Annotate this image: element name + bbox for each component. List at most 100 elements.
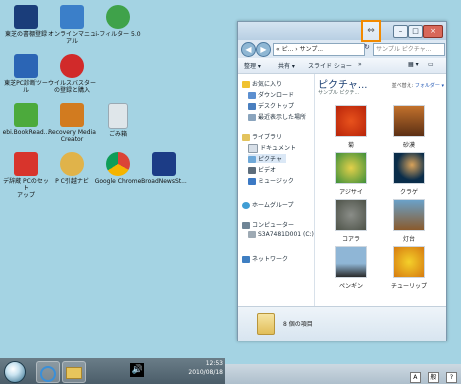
ime-mode-icon[interactable]: A (409, 372, 421, 383)
thumbnail-caption: 菊 (347, 142, 354, 149)
address-bar-row: ◀ ▶ « ピ... › サンプ... ↻ サンプル ピクチャ... (238, 40, 446, 58)
thumbnail-item[interactable]: 砂漠 (383, 105, 435, 149)
nav-homegroup[interactable]: ホームグループ (242, 200, 293, 209)
tulips-thumbnail (393, 246, 425, 278)
nav-downloads[interactable]: ダウンロード (248, 90, 294, 99)
more-button[interactable]: » (358, 61, 362, 68)
ime-kanji-icon[interactable]: 般 (427, 372, 439, 383)
nav-label: ネットワーク (252, 256, 289, 263)
nav-label: ホームグループ (252, 202, 294, 209)
maximize-button[interactable]: □ (408, 25, 423, 38)
nav-libraries[interactable]: ライブラリ (242, 132, 282, 141)
thumbnail-item[interactable]: 灯台 (383, 199, 435, 243)
star-icon (242, 81, 250, 88)
thumbnail-item[interactable]: ペンギン (325, 246, 377, 290)
thumbnail-caption: チューリップ (390, 283, 427, 290)
preview-pane-icon[interactable]: ▭ (428, 61, 434, 68)
manual-icon (60, 5, 84, 29)
thumbnail-caption: 灯台 (402, 236, 415, 243)
nav-network[interactable]: ネットワーク (242, 254, 288, 263)
start-button[interactable] (4, 361, 26, 383)
nav-drive-c[interactable]: S3A7481D001 (C:) (248, 231, 314, 238)
videos-icon (248, 167, 256, 174)
minimize-button[interactable]: – (393, 25, 408, 38)
taskbar-ie-button[interactable] (36, 361, 60, 383)
back-button[interactable]: ◀ (241, 42, 256, 57)
library-icon (242, 134, 250, 141)
share-button[interactable]: 共有 ▾ (278, 61, 295, 70)
desktop-icon-i-filter[interactable]: i-フィルター 5.0 (93, 5, 143, 38)
thumbnail-caption: クラゲ (399, 189, 418, 196)
homegroup-icon (242, 202, 250, 209)
desktop-icon-google-chrome[interactable]: Google Chrome (93, 152, 143, 185)
right-taskbar: A 般 ? (225, 364, 461, 384)
title-bar[interactable]: – □ × (238, 22, 446, 40)
nav-computer[interactable]: コンピューター (242, 220, 294, 229)
nav-label: S3A7481D001 (C:) (258, 231, 314, 238)
pictures-icon (248, 156, 256, 163)
arrange-by[interactable]: 並べ替え: フォルダー ▾ (392, 82, 444, 89)
desktop-icon-toshiba-pc-diagnostics[interactable]: 東芝PC診断ツー ル (1, 54, 51, 94)
desktop-icon-label: 東芝の書棚登録 (4, 31, 47, 38)
nav-music[interactable]: ミュージック (248, 176, 294, 185)
desktop-icon-ebi-bookreader[interactable]: ebi.BookRead... (1, 103, 51, 136)
chrome-icon (106, 152, 130, 176)
desktop-icon-label: ebi.BookRead... (2, 129, 50, 136)
nav-favorites[interactable]: お気に入り (242, 79, 282, 88)
close-button[interactable]: × (423, 25, 443, 38)
taskbar: 🔊 12:53 2010/08/18 (0, 358, 225, 384)
network-icon (242, 256, 250, 263)
i-filter-icon (106, 5, 130, 29)
desktop-icon-virus-buster[interactable]: ウイルスバスター の登録と購入 (47, 54, 97, 94)
search-input[interactable]: サンプル ピクチャ... (373, 43, 445, 56)
details-pane: 8 個の項目 (238, 306, 446, 341)
library-folder-icon (257, 313, 275, 335)
download-icon (248, 92, 256, 99)
explorer-window: – □ × ◀ ▶ « ピ... › サンプ... ↻ サンプル ピクチャ...… (237, 21, 447, 341)
highlighted-restore-icon[interactable]: ⇔ (361, 20, 381, 42)
drive-icon (248, 231, 256, 238)
view-options-icon[interactable]: ▦ ▾ (408, 61, 419, 68)
clock-date[interactable]: 2010/08/18 (188, 368, 223, 377)
desktop-icon-recycle-bin[interactable]: ごみ箱 (93, 103, 143, 138)
nav-pictures[interactable]: ピクチャ (248, 154, 286, 163)
arrange-value[interactable]: フォルダー ▾ (415, 83, 444, 89)
system-tray: 🔊 12:53 2010/08/18 (130, 359, 223, 377)
thumbnail-item[interactable]: アジサイ (325, 152, 377, 196)
desktop-icon-online-manual[interactable]: オンラインマニュ アル (47, 5, 97, 45)
desktop-icon-pc-hikkoshi-navi[interactable]: P C引越ナビ (47, 152, 97, 185)
lighthouse-thumbnail (393, 199, 425, 231)
desktop-icon-label: i-フィルター 5.0 (95, 31, 141, 38)
thumbnail-item[interactable]: 菊 (325, 105, 377, 149)
desktop-icon-recovery-media-creator[interactable]: Recovery Media Creator (47, 103, 97, 143)
desktop-icon-toshiba-bookshelf[interactable]: 東芝の書棚登録 (1, 5, 51, 38)
help-icon[interactable]: ? (446, 372, 457, 383)
nav-label: ビデオ (258, 167, 277, 174)
nav-label: ピクチャ (258, 156, 282, 163)
desktop-icon-dejizou-setup[interactable]: デ辞蔵 PCのセット アップ (1, 152, 51, 199)
forward-button[interactable]: ▶ (256, 42, 271, 57)
koala-thumbnail (335, 199, 367, 231)
nav-desktop[interactable]: デスクトップ (248, 101, 294, 110)
thumbnail-item[interactable]: チューリップ (383, 246, 435, 290)
nav-documents[interactable]: ドキュメント (248, 143, 296, 153)
recycle-bin-icon (108, 103, 128, 129)
thumbnail-item[interactable]: コアラ (325, 199, 377, 243)
thumbnail-item[interactable]: クラゲ (383, 152, 435, 196)
desktop-icon-label: ウイルスバスター の登録と購入 (47, 80, 96, 94)
clock-time[interactable]: 12:53 (188, 359, 223, 368)
taskbar-explorer-button[interactable] (62, 361, 86, 383)
nav-recent[interactable]: 最近表示した場所 (248, 112, 306, 121)
nav-videos[interactable]: ビデオ (248, 165, 276, 174)
documents-icon (248, 144, 258, 153)
dejizou-icon (14, 152, 38, 176)
refresh-icon[interactable]: ↻ (364, 43, 370, 51)
desktop-icon-label: 東芝PC診断ツー ル (4, 80, 48, 94)
volume-icon[interactable]: 🔊 (130, 363, 145, 377)
slideshow-button[interactable]: スライド ショー (308, 61, 352, 70)
jellyfish-thumbnail (393, 152, 425, 184)
chrysanthemum-thumbnail (335, 105, 367, 137)
desktop-icon-broadnewsstation[interactable]: BroadNewsSt... (139, 152, 189, 185)
organize-button[interactable]: 整理 ▾ (244, 61, 261, 70)
address-field[interactable]: « ピ... › サンプ... (273, 43, 365, 56)
